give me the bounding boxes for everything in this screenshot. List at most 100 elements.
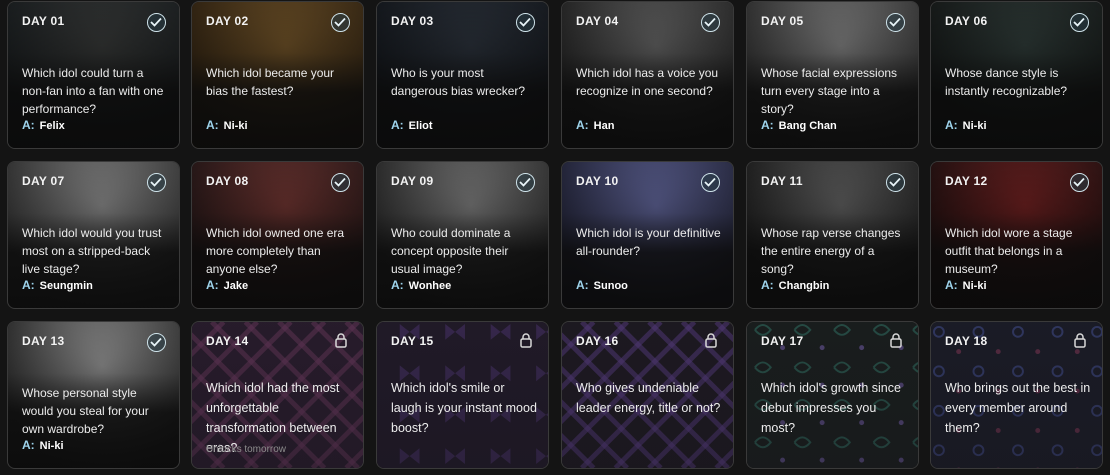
question-text: Which idol would you trust most on a str… bbox=[22, 226, 162, 276]
answer: A: Han bbox=[576, 118, 614, 132]
day-label: DAY 09 bbox=[391, 174, 434, 188]
lock-icon bbox=[890, 333, 902, 348]
question-text: Which idol wore a stage outfit that belo… bbox=[945, 226, 1073, 276]
answer-value: Changbin bbox=[778, 280, 830, 292]
day-label: DAY 04 bbox=[576, 14, 619, 28]
question-text: Which idol owned one era more completely… bbox=[206, 226, 345, 276]
answer-label: A: bbox=[391, 118, 404, 132]
unlock-note: Unlocks tomorrow bbox=[206, 444, 287, 455]
answer: A: Changbin bbox=[761, 278, 829, 292]
challenge-card[interactable]: DAY 13 Whose personal style would you ste… bbox=[7, 321, 180, 469]
answer-label: A: bbox=[206, 118, 219, 132]
check-icon bbox=[331, 173, 350, 192]
answer-value: Sunoo bbox=[593, 280, 628, 292]
challenge-card[interactable]: DAY 05 Whose facial expressions turn ever… bbox=[746, 1, 919, 149]
lock-icon bbox=[335, 333, 347, 348]
answer-label: A: bbox=[22, 278, 35, 292]
challenge-card[interactable]: DAY 06 Whose dance style is instantly rec… bbox=[930, 1, 1103, 149]
challenge-card[interactable]: DAY 04 Which idol has a voice you recogni… bbox=[561, 1, 734, 149]
answer: A: Ni-ki bbox=[206, 118, 248, 132]
answer: A: Eliot bbox=[391, 118, 433, 132]
question-text: Who is your most dangerous bias wrecker? bbox=[391, 66, 526, 98]
day-label: DAY 01 bbox=[22, 14, 65, 28]
day-label: DAY 15 bbox=[391, 334, 434, 348]
challenge-card[interactable]: DAY 17 Which idol's growth since debut im… bbox=[746, 321, 919, 469]
question-text: Whose dance style is instantly recogniza… bbox=[945, 66, 1068, 98]
answer-value: Ni-ki bbox=[39, 440, 64, 452]
challenge-card[interactable]: DAY 15 Which idol's smile or laugh is you… bbox=[376, 321, 549, 469]
check-icon bbox=[516, 13, 535, 32]
challenge-card[interactable]: DAY 02 Which idol became your bias the fa… bbox=[191, 1, 364, 149]
question-text: Who gives undeniable leader energy, titl… bbox=[576, 381, 721, 415]
answer-value: Ni-ki bbox=[962, 280, 987, 292]
answer-label: A: bbox=[945, 278, 958, 292]
check-icon bbox=[701, 13, 720, 32]
check-icon bbox=[1070, 173, 1089, 192]
challenge-card[interactable]: DAY 12 Which idol wore a stage outfit tha… bbox=[930, 161, 1103, 309]
challenge-card[interactable]: DAY 11 Whose rap verse changes the entire… bbox=[746, 161, 919, 309]
check-icon bbox=[147, 173, 166, 192]
answer: A: Bang Chan bbox=[761, 118, 837, 132]
answer-label: A: bbox=[391, 278, 404, 292]
day-label: DAY 16 bbox=[576, 334, 619, 348]
day-label: DAY 14 bbox=[206, 334, 249, 348]
question-text: Which idol could turn a non-fan into a f… bbox=[22, 66, 164, 116]
answer-value: Wonhee bbox=[408, 280, 452, 292]
day-label: DAY 10 bbox=[576, 174, 619, 188]
question-text: Which idol's smile or laugh is your inst… bbox=[391, 381, 537, 435]
question-text: Whose facial expressions turn every stag… bbox=[761, 66, 898, 116]
day-label: DAY 05 bbox=[761, 14, 804, 28]
question-text: Who could dominate a concept opposite th… bbox=[391, 226, 511, 276]
check-icon bbox=[1070, 13, 1089, 32]
answer-value: Han bbox=[593, 120, 615, 132]
answer: A: Ni-ki bbox=[945, 278, 987, 292]
challenge-card[interactable]: DAY 16 Who gives undeniable leader energy… bbox=[561, 321, 734, 469]
check-icon bbox=[147, 13, 166, 32]
answer-label: A: bbox=[22, 438, 35, 452]
check-icon bbox=[147, 333, 166, 352]
question-text: Who brings out the best in every member … bbox=[945, 381, 1091, 435]
answer-value: Seungmin bbox=[39, 280, 93, 292]
day-label: DAY 03 bbox=[391, 14, 434, 28]
challenge-card[interactable]: DAY 14 Which idol had the most unforgetta… bbox=[191, 321, 364, 469]
day-label: DAY 17 bbox=[761, 334, 804, 348]
check-icon bbox=[886, 13, 905, 32]
answer: A: Ni-ki bbox=[945, 118, 987, 132]
day-label: DAY 11 bbox=[761, 174, 803, 188]
challenge-card[interactable]: DAY 07 Which idol would you trust most on… bbox=[7, 161, 180, 309]
answer-label: A: bbox=[576, 118, 589, 132]
lock-icon bbox=[705, 333, 717, 348]
answer-value: Ni-ki bbox=[223, 120, 248, 132]
answer: A: Wonhee bbox=[391, 278, 451, 292]
day-label: DAY 18 bbox=[945, 334, 988, 348]
challenge-card[interactable]: DAY 08 Which idol owned one era more comp… bbox=[191, 161, 364, 309]
challenge-card[interactable]: DAY 03 Who is your most dangerous bias wr… bbox=[376, 1, 549, 149]
check-icon bbox=[331, 13, 350, 32]
answer-label: A: bbox=[761, 278, 774, 292]
challenge-card[interactable]: DAY 01 Which idol could turn a non-fan in… bbox=[7, 1, 180, 149]
answer: A: Jake bbox=[206, 278, 248, 292]
question-text: Whose personal style would you steal for… bbox=[22, 386, 149, 436]
day-label: DAY 02 bbox=[206, 14, 249, 28]
question-text: Which idol is your definitive all-rounde… bbox=[576, 226, 721, 258]
day-label: DAY 08 bbox=[206, 174, 249, 188]
lock-icon bbox=[520, 333, 532, 348]
check-icon bbox=[701, 173, 720, 192]
question-text: Which idol's growth since debut impresse… bbox=[761, 381, 901, 435]
challenge-grid: DAY 01 Which idol could turn a non-fan in… bbox=[0, 0, 1110, 475]
check-icon bbox=[886, 173, 905, 192]
answer-label: A: bbox=[761, 118, 774, 132]
question-text: Which idol has a voice you recognize in … bbox=[576, 66, 719, 98]
challenge-card[interactable]: DAY 10 Which idol is your definitive all-… bbox=[561, 161, 734, 309]
lock-icon bbox=[1074, 333, 1086, 348]
check-icon bbox=[516, 173, 535, 192]
challenge-card[interactable]: DAY 18 Who brings out the best in every m… bbox=[930, 321, 1103, 469]
answer: A: Seungmin bbox=[22, 278, 93, 292]
question-text: Which idol became your bias the fastest? bbox=[206, 66, 335, 98]
answer-label: A: bbox=[576, 278, 589, 292]
answer-label: A: bbox=[206, 278, 219, 292]
question-text: Whose rap verse changes the entire energ… bbox=[761, 226, 901, 276]
challenge-card[interactable]: DAY 09 Who could dominate a concept oppos… bbox=[376, 161, 549, 309]
answer-label: A: bbox=[945, 118, 958, 132]
day-label: DAY 13 bbox=[22, 334, 65, 348]
